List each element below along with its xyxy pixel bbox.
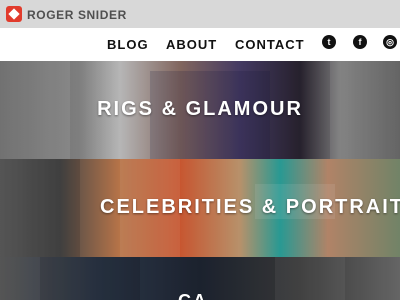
instagram-icon[interactable]: ◎: [383, 35, 397, 49]
nav-item-blog[interactable]: BLOG: [107, 37, 149, 52]
facebook-icon[interactable]: f: [353, 35, 367, 49]
section-title: CELEBRITIES & PORTRAITS: [100, 196, 400, 218]
main-navigation: BLOG ABOUT CONTACT t f ◎: [0, 28, 400, 62]
section-title: RIGS & GLAMOUR: [97, 98, 303, 120]
section-third[interactable]: CA..: [0, 257, 400, 300]
section-celebrities-portraits[interactable]: CELEBRITIES & PORTRAITS: [0, 159, 400, 257]
section-rigs-glamour[interactable]: RIGS & GLAMOUR: [0, 61, 400, 159]
brand-name[interactable]: ROGER SNIDER: [27, 8, 127, 22]
nav-item-about[interactable]: ABOUT: [166, 37, 217, 52]
twitter-icon[interactable]: t: [322, 35, 336, 49]
top-header: ROGER SNIDER: [0, 0, 400, 28]
logo-icon[interactable]: [6, 6, 22, 22]
section-title: CA..: [0, 291, 400, 300]
nav-item-contact[interactable]: CONTACT: [235, 37, 305, 52]
